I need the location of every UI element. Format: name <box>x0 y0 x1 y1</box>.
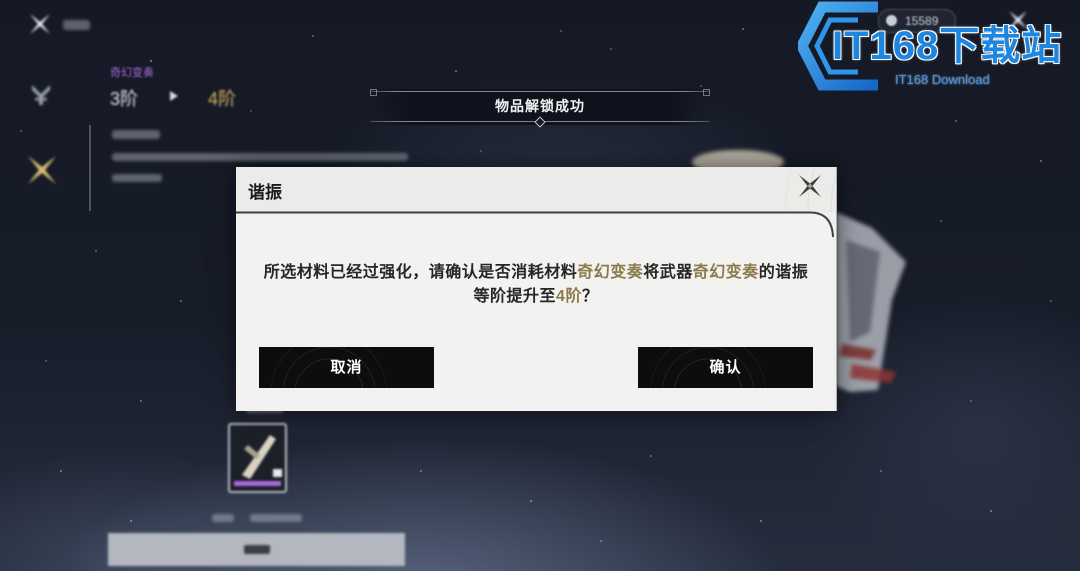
message-segment: 所选材料已经过强化，请确认是否消耗材料 <box>263 264 578 281</box>
message-segment-weapon-target: 奇幻变奏 <box>692 264 759 281</box>
lock-badge <box>273 469 282 477</box>
arrow-right-icon <box>170 91 178 101</box>
syntonize-button-label-placeholder <box>244 545 270 554</box>
rarity-bar <box>234 481 281 486</box>
unlock-notification: 物品解锁成功 <box>370 89 710 128</box>
sidebar-tab-syntonize[interactable] <box>26 154 58 186</box>
back-x-icon <box>30 14 50 34</box>
cost-label-placeholder <box>212 514 234 522</box>
weapon-name: 奇幻变奏 <box>110 67 154 79</box>
message-segment: ？ <box>581 288 599 305</box>
header-decoration <box>785 167 836 212</box>
next-rank: 4阶 <box>208 89 237 109</box>
cost-value-placeholder <box>250 514 302 522</box>
material-card[interactable] <box>228 423 287 493</box>
weapon-icon <box>32 85 50 105</box>
confirm-button[interactable]: 确认 <box>638 347 813 388</box>
syntonize-button[interactable] <box>108 533 405 566</box>
dialog-header: 谐振 <box>236 167 836 212</box>
message-segment-weapon-material: 奇幻变奏 <box>577 264 644 281</box>
confirm-dialog: 谐振 所选材料已经过强化，请确认是否消耗材料奇幻变奏将武器奇幻变奏的谐振 等阶提… <box>236 167 837 411</box>
description-accent-rule <box>89 125 91 211</box>
confirm-button-label: 确认 <box>709 359 742 376</box>
dialog-title: 谐振 <box>248 183 282 202</box>
effect-text-placeholder <box>112 153 408 161</box>
message-segment: 的谐振 <box>758 264 809 281</box>
watermark-brand: IT168下载站 <box>832 24 1063 68</box>
watermark-subtitle: IT168 Download <box>895 72 990 87</box>
cancel-button[interactable]: 取消 <box>259 347 434 388</box>
header-divider <box>236 211 834 238</box>
back-label-placeholder <box>63 20 90 30</box>
close-icon <box>799 175 821 197</box>
message-segment: 将武器 <box>643 264 693 281</box>
cancel-button-label: 取消 <box>330 359 363 376</box>
message-segment: 等阶提升至 <box>473 288 557 305</box>
crossed-blades-icon <box>28 156 56 184</box>
message-segment-target-rank: 4阶 <box>556 288 582 305</box>
dialog-message-line-1: 所选材料已经过强化，请确认是否消耗材料奇幻变奏将武器奇幻变奏的谐振 <box>236 258 836 282</box>
effect-text-placeholder <box>112 174 162 182</box>
dialog-message-line-2: 等阶提升至4阶？ <box>236 282 836 306</box>
site-watermark: IT168下载站 IT168 Download <box>798 0 1078 92</box>
back-button[interactable] <box>28 12 52 36</box>
current-rank: 3阶 <box>110 89 139 109</box>
effect-title-placeholder <box>112 130 160 139</box>
dialog-close-button[interactable] <box>797 173 823 199</box>
sidebar-tab-weapon[interactable] <box>30 83 52 107</box>
